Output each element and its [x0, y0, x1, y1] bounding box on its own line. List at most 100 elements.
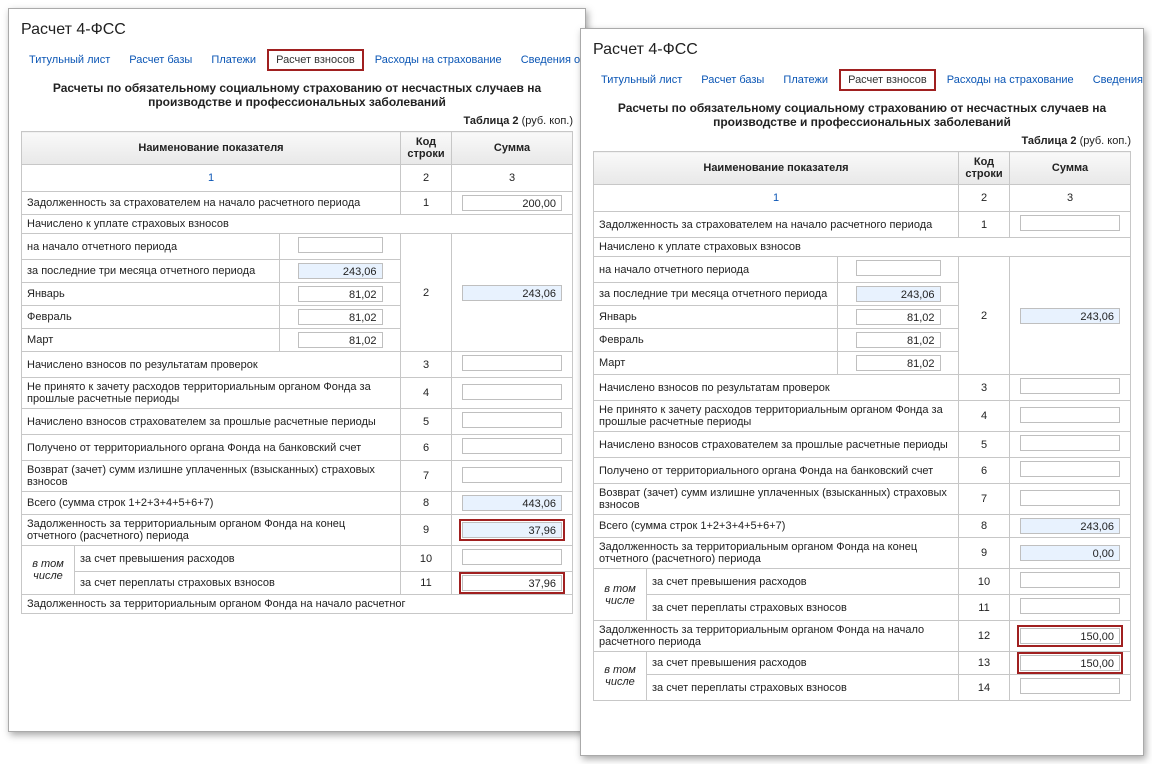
row-label: Начислено взносов по результатам проверо… — [594, 375, 959, 401]
input-r5[interactable] — [1020, 435, 1120, 451]
input-r10[interactable] — [1020, 572, 1120, 588]
row-label: Не принято к зачету расходов территориал… — [594, 401, 959, 432]
row-label: Возврат (зачет) сумм излишне уплаченных … — [594, 484, 959, 515]
input-r8[interactable]: 243,06 — [1020, 518, 1120, 534]
input-r2e[interactable]: 81,02 — [298, 332, 383, 348]
input-r2b[interactable]: 243,06 — [298, 263, 383, 279]
row-label: Не принято к зачету расходов территориал… — [22, 378, 401, 409]
tab-title-page[interactable]: Титульный лист — [21, 50, 118, 70]
section-heading: Расчеты по обязательному социальному стр… — [21, 81, 573, 109]
input-r2-total[interactable]: 243,06 — [462, 285, 562, 301]
input-r14[interactable] — [1020, 678, 1120, 694]
tab-base[interactable]: Расчет базы — [121, 50, 200, 70]
input-r10[interactable] — [462, 549, 562, 565]
input-r4[interactable] — [1020, 407, 1120, 423]
table-caption: Таблица 2 (руб. коп.) — [21, 115, 573, 127]
tab-calc[interactable]: Расчет взносов — [839, 69, 936, 91]
vtomchisle: в том числе — [594, 652, 647, 701]
data-table: Наименование показателя Код строки Сумма… — [593, 151, 1131, 701]
input-r7[interactable] — [1020, 490, 1120, 506]
input-r6[interactable] — [462, 438, 562, 454]
row-label: Задолженность за территориальным органом… — [594, 538, 959, 569]
tab-expenses[interactable]: Расходы на страхование — [939, 70, 1082, 90]
row-label: за счет превышения расходов — [75, 546, 401, 572]
tab-title-page[interactable]: Титульный лист — [593, 70, 690, 90]
colnum-2: 2 — [401, 165, 452, 192]
input-r9[interactable]: 0,00 — [1020, 545, 1120, 561]
input-r2b[interactable]: 243,06 — [856, 286, 941, 302]
input-r2-total[interactable]: 243,06 — [1020, 308, 1120, 324]
input-r2a[interactable] — [298, 237, 383, 253]
input-r2d[interactable]: 81,02 — [298, 309, 383, 325]
section-heading: Расчеты по обязательному социальному стр… — [593, 101, 1131, 129]
row-label: за последние три месяца отчетного период… — [594, 283, 838, 306]
data-table: Наименование показателя Код строки Сумма… — [21, 131, 573, 614]
table-caption: Таблица 2 (руб. коп.) — [593, 135, 1131, 147]
row-label: Задолженность за территориальным органом… — [594, 621, 959, 652]
page-title: Расчет 4-ФСС — [21, 21, 573, 39]
input-r2c[interactable]: 81,02 — [856, 309, 941, 325]
input-r9[interactable]: 37,96 — [462, 522, 562, 538]
row-label: за счет переплаты страховых взносов — [647, 595, 959, 621]
panel-left: Расчет 4-ФСС Титульный лист Расчет базы … — [8, 8, 586, 732]
row-label: за счет переплаты страховых взносов — [647, 675, 959, 701]
row-label: на начало отчетного периода — [22, 234, 280, 260]
panel-right: Расчет 4-ФСС Титульный лист Расчет базы … — [580, 28, 1144, 756]
vtomchisle: в том числе — [594, 569, 647, 621]
row-label: Задолженность за территориальным органом… — [22, 595, 573, 614]
input-r11[interactable] — [1020, 598, 1120, 614]
input-r6[interactable] — [1020, 461, 1120, 477]
row-label: Начислено взносов по результатам проверо… — [22, 352, 401, 378]
input-r2c[interactable]: 81,02 — [298, 286, 383, 302]
tabs: Титульный лист Расчет базы Платежи Расче… — [21, 49, 573, 71]
th-sum: Сумма — [452, 132, 573, 165]
input-r8[interactable]: 443,06 — [462, 495, 562, 511]
colnum-2: 2 — [959, 185, 1010, 212]
row-label: за счет переплаты страховых взносов — [75, 572, 401, 595]
input-r13[interactable]: 150,00 — [1020, 655, 1120, 671]
row-label: Получено от территориального органа Фонд… — [22, 435, 401, 461]
row-label: Всего (сумма строк 1+2+3+4+5+6+7) — [594, 515, 959, 538]
row-label: на начало отчетного периода — [594, 257, 838, 283]
row-label: Февраль — [594, 329, 838, 352]
input-r7[interactable] — [462, 467, 562, 483]
row-label: за счет превышения расходов — [647, 569, 959, 595]
input-r12[interactable]: 150,00 — [1020, 628, 1120, 644]
input-r2e[interactable]: 81,02 — [856, 355, 941, 371]
row-label: за последние три месяца отчетного период… — [22, 260, 280, 283]
row-label: Задолженность за страхователем на начало… — [594, 212, 959, 238]
row-label: Начислено к уплате страховых взносов — [594, 238, 1131, 257]
colnum-3: 3 — [1010, 185, 1131, 212]
colnum-1: 1 — [22, 165, 401, 192]
tabs: Титульный лист Расчет базы Платежи Расче… — [593, 69, 1131, 91]
input-r3[interactable] — [462, 355, 562, 371]
input-r2d[interactable]: 81,02 — [856, 332, 941, 348]
tab-expenses[interactable]: Расходы на страхование — [367, 50, 510, 70]
input-r2a[interactable] — [856, 260, 941, 276]
tab-payments[interactable]: Платежи — [203, 50, 264, 70]
th-sum: Сумма — [1010, 152, 1131, 185]
input-r1[interactable]: 200,00 — [462, 195, 562, 211]
tab-base[interactable]: Расчет базы — [693, 70, 772, 90]
input-r5[interactable] — [462, 412, 562, 428]
tab-assessment[interactable]: Сведения о сп — [513, 50, 586, 70]
row-label: за счет превышения расходов — [647, 652, 959, 675]
tab-assessment[interactable]: Сведения о спец.оценке — [1085, 70, 1144, 90]
input-r3[interactable] — [1020, 378, 1120, 394]
tab-payments[interactable]: Платежи — [775, 70, 836, 90]
row-label: Задолженность за территориальным органом… — [22, 515, 401, 546]
row-label: Январь — [22, 283, 280, 306]
input-r4[interactable] — [462, 384, 562, 400]
page-title: Расчет 4-ФСС — [593, 41, 1131, 59]
input-r11[interactable]: 37,96 — [462, 575, 562, 591]
colnum-1: 1 — [594, 185, 959, 212]
row-label: Март — [594, 352, 838, 375]
row-label: Всего (сумма строк 1+2+3+4+5+6+7) — [22, 492, 401, 515]
row-label: Начислено взносов страхователем за прошл… — [594, 432, 959, 458]
input-r1[interactable] — [1020, 215, 1120, 231]
row-label: Задолженность за страхователем на начало… — [22, 192, 401, 215]
row-label: Получено от территориального органа Фонд… — [594, 458, 959, 484]
tab-calc[interactable]: Расчет взносов — [267, 49, 364, 71]
row-label: Январь — [594, 306, 838, 329]
row-label: Начислено взносов страхователем за прошл… — [22, 409, 401, 435]
